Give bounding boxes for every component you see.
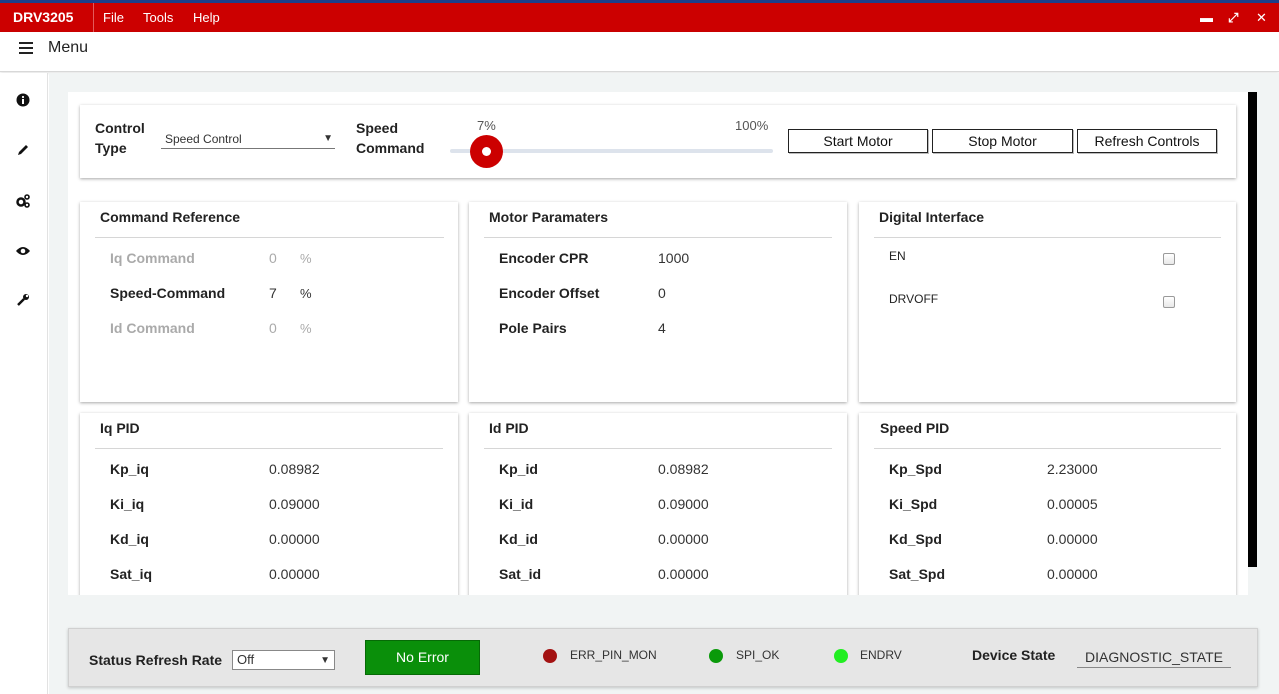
chevron-down-icon: ▼ [323,133,333,144]
sat-id-value[interactable]: 0.00000 [658,566,709,582]
maximize-icon[interactable]: ⤢ [1228,3,1238,32]
sat-spd-value[interactable]: 0.00000 [1047,566,1098,582]
divider [95,448,443,449]
chevron-down-icon: ▼ [320,655,330,666]
id-command-label: Id Command [110,320,195,336]
err-pin-mon-label: ERR_PIN_MON [570,648,657,662]
id-command-unit: % [300,321,312,336]
wrench-icon[interactable] [14,293,32,311]
menu-file[interactable]: File [103,3,124,32]
ki-id-label: Ki_id [499,496,534,512]
command-reference-title: Command Reference [100,209,241,225]
en-label: EN [889,249,906,263]
menu-tools[interactable]: Tools [143,3,173,32]
sat-iq-label: Sat_iq [110,566,153,582]
title-bar: DRV3205 File Tools Help ▬ ⤢ ✕ [0,0,1279,32]
digital-interface-title: Digital Interface [879,209,985,225]
iq-command-unit: % [300,251,312,266]
divider [95,237,444,238]
kp-id-value[interactable]: 0.08982 [658,461,709,477]
kp-id-label: Kp_id [499,461,538,477]
control-type-select[interactable]: Speed Control ▼ [161,131,335,149]
encoder-cpr-label: Encoder CPR [499,250,589,266]
pole-pairs-label: Pole Pairs [499,320,567,336]
close-icon[interactable]: ✕ [1256,3,1267,32]
divider [874,448,1221,449]
stop-motor-button[interactable]: Stop Motor [932,129,1073,153]
divider [484,448,832,449]
sat-iq-value[interactable]: 0.00000 [269,566,320,582]
ki-spd-value[interactable]: 0.00005 [1047,496,1098,512]
divider [874,237,1221,238]
menu-help[interactable]: Help [193,3,220,32]
kp-iq-label: Kp_iq [110,461,149,477]
iq-command-label: Iq Command [110,250,195,266]
slider-max-label: 100% [735,118,769,133]
error-status-badge: No Error [365,640,480,675]
ki-id-value[interactable]: 0.09000 [658,496,709,512]
kd-iq-label: Kd_iq [110,531,149,547]
status-refresh-rate-select[interactable]: Off ▼ [232,650,335,670]
iq-pid-title: Iq PID [100,420,140,436]
slider-value-label: 7% [477,118,496,133]
app-title: DRV3205 [0,3,94,32]
motor-parameters-title: Motor Paramaters [489,209,609,225]
drvoff-label: DRVOFF [889,292,939,306]
kd-id-label: Kd_id [499,531,538,547]
hamburger-icon[interactable] [19,42,33,54]
kp-spd-value[interactable]: 2.23000 [1047,461,1098,477]
start-motor-button[interactable]: Start Motor [788,129,928,153]
speed-pid-title: Speed PID [880,420,950,436]
spi-ok-indicator-icon [709,649,723,663]
id-pid-title: Id PID [489,420,529,436]
status-refresh-rate-label: Status Refresh Rate [89,652,223,668]
side-nav [0,73,48,694]
kd-spd-label: Kd_Spd [889,531,942,547]
iq-command-value[interactable]: 0 [269,250,277,266]
kp-iq-value[interactable]: 0.08982 [269,461,320,477]
minimize-icon[interactable]: ▬ [1200,3,1213,32]
command-reference-card [80,202,458,402]
menu-bar: Menu [0,32,1279,72]
id-command-value[interactable]: 0 [269,320,277,336]
endrv-indicator-icon [834,649,848,663]
motor-parameters-card [469,202,847,402]
speed-slider-thumb[interactable] [470,135,503,168]
err-pin-mon-indicator-icon [543,649,557,663]
spi-ok-label: SPI_OK [736,648,780,662]
sat-spd-label: Sat_Spd [889,566,946,582]
encoder-offset-label: Encoder Offset [499,285,600,301]
en-checkbox[interactable] [1163,253,1175,265]
speed-command-unit: % [300,286,312,301]
divider [484,237,832,238]
kd-spd-value[interactable]: 0.00000 [1047,531,1098,547]
ki-spd-label: Ki_Spd [889,496,938,512]
menu-label[interactable]: Menu [48,39,88,57]
kd-iq-value[interactable]: 0.00000 [269,531,320,547]
device-state-value: DIAGNOSTIC_STATE [1077,648,1231,668]
refresh-controls-button[interactable]: Refresh Controls [1077,129,1217,153]
kd-id-value[interactable]: 0.00000 [658,531,709,547]
control-type-label: Control Type [95,120,145,156]
pencil-icon[interactable] [14,143,32,161]
sat-id-label: Sat_id [499,566,542,582]
encoder-offset-value[interactable]: 0 [658,285,666,301]
speed-command-label: Speed Command [356,120,425,156]
speed-command-value[interactable]: 7 [269,285,277,301]
device-state-label: Device State [972,647,1056,663]
gears-icon[interactable] [14,193,32,211]
eye-icon[interactable] [14,243,32,261]
drvoff-checkbox[interactable] [1163,296,1175,308]
info-icon[interactable] [14,93,32,111]
pole-pairs-value[interactable]: 4 [658,320,666,336]
ki-iq-label: Ki_iq [110,496,145,512]
scrollbar[interactable] [1248,92,1257,567]
encoder-cpr-value[interactable]: 1000 [658,250,689,266]
endrv-label: ENDRV [860,648,902,662]
content-bottom-gap [68,595,1258,628]
kp-spd-label: Kp_Spd [889,461,942,477]
speed-command-row-label: Speed-Command [110,285,226,301]
ki-iq-value[interactable]: 0.09000 [269,496,320,512]
